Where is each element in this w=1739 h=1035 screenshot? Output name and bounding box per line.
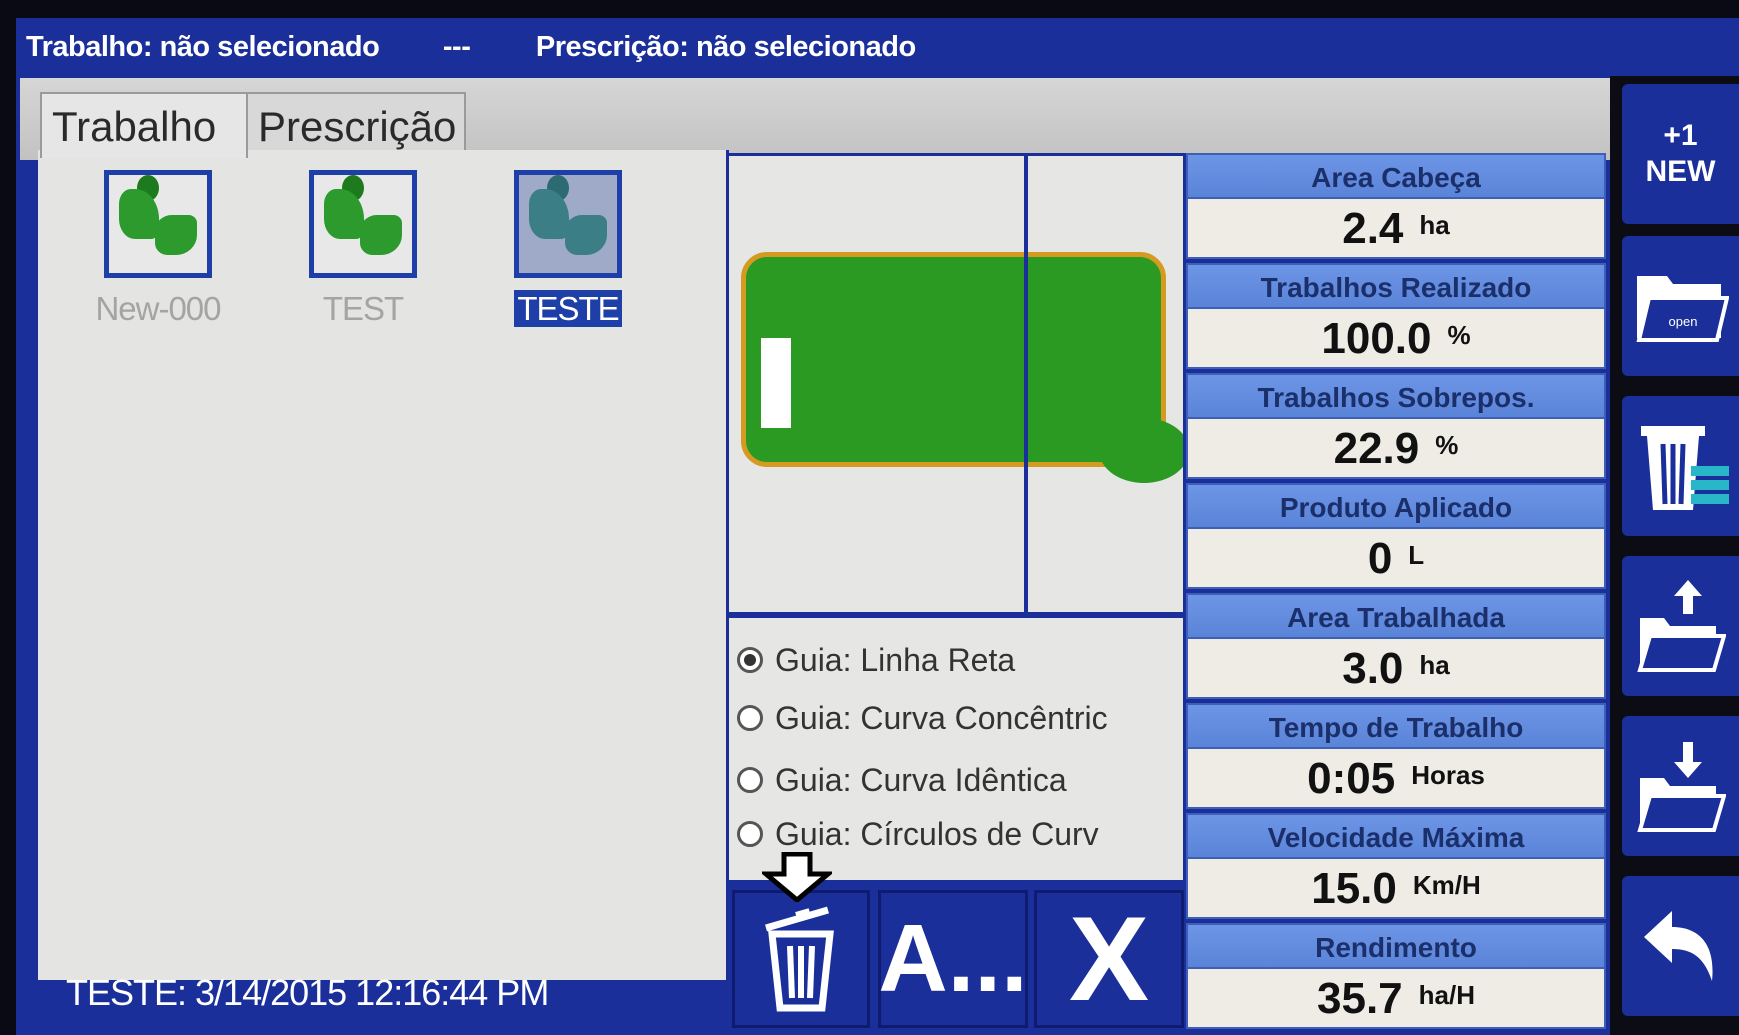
open-label: open xyxy=(1668,314,1697,329)
delete-button[interactable] xyxy=(1622,396,1739,536)
stat-tempo-de-trabalho: Tempo de Trabalho 0:05 Horas xyxy=(1186,703,1606,811)
open-job-button[interactable]: open xyxy=(1622,236,1739,376)
stat-value: 15.0 xyxy=(1311,864,1397,913)
guide-options: Guia: Linha Reta Guia: Curva Concêntric … xyxy=(726,615,1186,883)
stat-unit: % xyxy=(1447,320,1471,350)
job-item-test[interactable]: TEST xyxy=(293,170,433,328)
radio-button[interactable] xyxy=(737,767,763,793)
tab-trabalho[interactable]: Trabalho xyxy=(40,92,248,158)
title-separator: --- xyxy=(442,31,471,63)
stat-label: Rendimento xyxy=(1186,923,1606,969)
guide-label: Guia: Linha Reta xyxy=(775,641,1016,678)
stat-trabalhos-realizado: Trabalhos Realizado 100.0% xyxy=(1186,263,1606,371)
import-folder-icon xyxy=(1636,742,1726,832)
new-label: NEW xyxy=(1645,155,1716,188)
stat-unit: % xyxy=(1435,430,1459,460)
stat-label: Velocidade Máxima xyxy=(1186,813,1606,859)
job-list-panel: New-000 TEST TESTE xyxy=(38,150,729,980)
back-arrow-icon xyxy=(1643,911,1713,981)
tab-strip: Trabalho Prescrição xyxy=(20,78,1610,160)
job-statistics: Area Cabeça 2.4 ha Trabalhos Realizado 10… xyxy=(1186,153,1606,1035)
guide-option-linha-reta[interactable]: Guia: Linha Reta xyxy=(737,640,1015,680)
worked-area xyxy=(741,252,1166,467)
stat-area-cabeca: Area Cabeça 2.4 ha xyxy=(1186,153,1606,261)
job-item-new-000[interactable]: New-000 xyxy=(88,170,228,328)
stat-trabalhos-sobrepos: Trabalhos Sobrepos. 22.9% xyxy=(1186,373,1606,481)
screen: Trabalho: não selecionado --- Prescrição… xyxy=(16,18,1739,1035)
guide-option-curva-identica[interactable]: Guia: Curva Idêntica xyxy=(737,760,1067,800)
stat-velocidade-maxima: Velocidade Máxima 15.0 Km/H xyxy=(1186,813,1606,921)
guide-label: Guia: Curva Idêntica xyxy=(775,761,1067,798)
tab-prescricao[interactable]: Prescrição xyxy=(246,92,466,158)
stat-label: Tempo de Trabalho xyxy=(1186,703,1606,749)
delete-icon xyxy=(1640,426,1729,510)
import-job-button[interactable] xyxy=(1622,716,1739,856)
stat-unit: ha xyxy=(1419,650,1450,680)
radio-button-checked[interactable] xyxy=(737,647,763,673)
trash-icon xyxy=(765,906,834,1012)
guide-option-circulos-de-curva[interactable]: Guia: Círculos de Curv xyxy=(737,814,1099,854)
unworked-area xyxy=(761,338,791,428)
stat-value: 100.0 xyxy=(1321,314,1432,363)
selected-job-status: TESTE: 3/14/2015 12:16:44 PM xyxy=(66,972,549,1013)
stat-value: 0:05 xyxy=(1307,754,1396,803)
action-sidebar: +1 NEW open xyxy=(1610,76,1739,1035)
job-label: TEST xyxy=(322,290,404,327)
stat-unit: ha/H xyxy=(1418,980,1475,1010)
stat-unit: Km/H xyxy=(1412,870,1481,900)
worked-area-extension xyxy=(1099,418,1183,483)
field-map-icon xyxy=(104,170,212,278)
radio-button[interactable] xyxy=(737,705,763,731)
job-label: New-000 xyxy=(95,290,221,327)
guide-label: Guia: Curva Concêntric xyxy=(775,699,1108,736)
stat-unit: ha xyxy=(1419,210,1450,240)
rename-job-button[interactable]: A... xyxy=(878,890,1028,1028)
stat-produto-aplicado: Produto Aplicado 0L xyxy=(1186,483,1606,591)
field-map-icon xyxy=(514,170,622,278)
radio-button[interactable] xyxy=(737,821,763,847)
delete-job-button[interactable] xyxy=(732,890,870,1028)
guide-option-curva-concentrica[interactable]: Guia: Curva Concêntric xyxy=(737,698,1108,738)
new-plus-text: +1 xyxy=(1663,119,1698,152)
new-icon: +1 NEW xyxy=(1646,118,1716,190)
new-job-button[interactable]: +1 NEW xyxy=(1622,84,1739,224)
stat-label: Area Cabeça xyxy=(1186,153,1606,199)
down-arrow-icon xyxy=(762,852,832,902)
stat-value: 22.9 xyxy=(1333,424,1420,473)
stat-area-trabalhada: Area Trabalhada 3.0 ha xyxy=(1186,593,1606,701)
stat-unit: L xyxy=(1408,540,1425,570)
prescription-status-text: Prescrição: não selecionado xyxy=(535,31,916,63)
stat-value: 35.7 xyxy=(1317,974,1403,1023)
cancel-button[interactable]: X xyxy=(1034,890,1184,1028)
job-status-text: Trabalho: não selecionado xyxy=(26,31,380,63)
field-map-icon xyxy=(309,170,417,278)
stat-value: 3.0 xyxy=(1342,644,1404,693)
stat-label: Produto Aplicado xyxy=(1186,483,1606,529)
stat-value: 0 xyxy=(1367,534,1393,583)
field-map-preview xyxy=(726,153,1186,615)
stat-label: Trabalhos Sobrepos. xyxy=(1186,373,1606,419)
title-bar: Trabalho: não selecionado --- Prescrição… xyxy=(16,18,1616,76)
job-label-selected: TESTE xyxy=(514,290,622,327)
stat-label: Trabalhos Realizado xyxy=(1186,263,1606,309)
stat-rendimento: Rendimento 35.7 ha/H xyxy=(1186,923,1606,1031)
stat-unit: Horas xyxy=(1411,760,1485,790)
job-item-teste[interactable]: TESTE xyxy=(498,170,638,328)
export-job-button[interactable] xyxy=(1622,556,1739,696)
guidance-line xyxy=(1024,156,1028,612)
stat-value: 2.4 xyxy=(1342,204,1404,253)
open-folder-icon: open xyxy=(1635,276,1729,342)
back-button[interactable] xyxy=(1622,876,1739,1016)
guide-label: Guia: Círculos de Curv xyxy=(775,815,1099,852)
stat-label: Area Trabalhada xyxy=(1186,593,1606,639)
export-folder-icon xyxy=(1636,580,1726,672)
